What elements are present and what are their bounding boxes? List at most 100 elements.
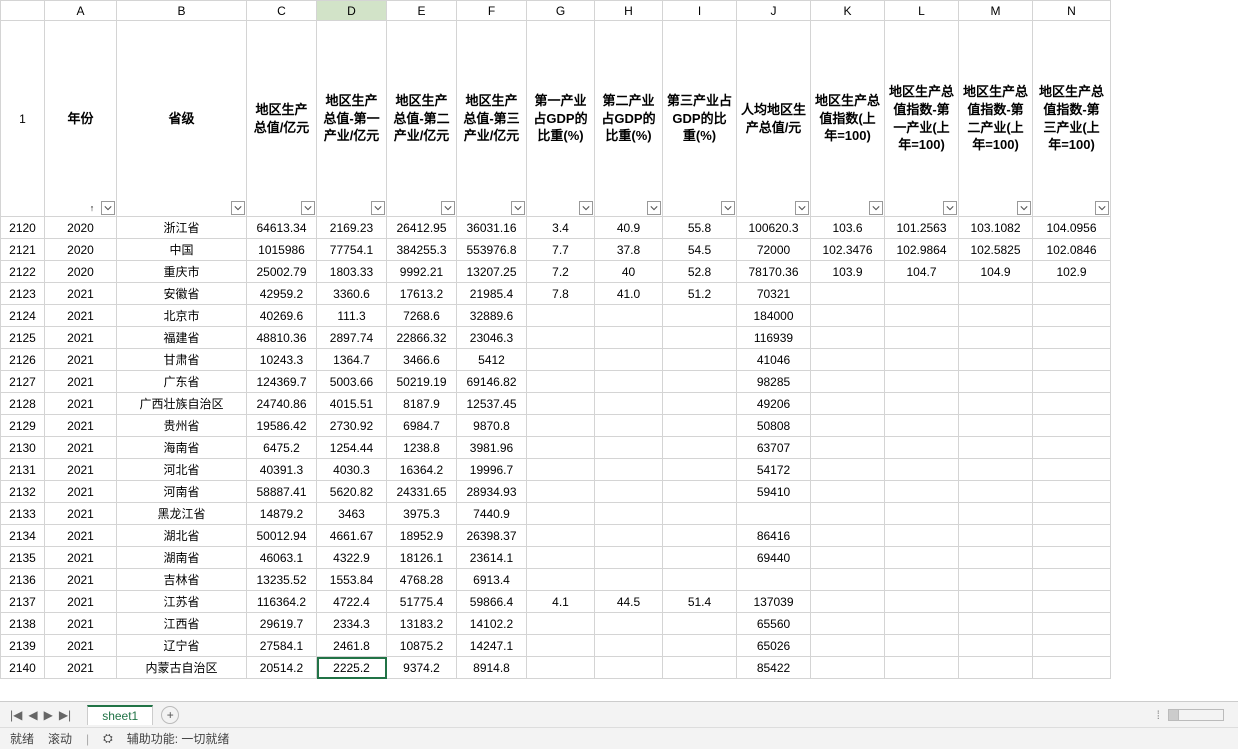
cell[interactable]: 安徽省: [117, 283, 247, 305]
row-header[interactable]: 2136: [1, 569, 45, 591]
cell[interactable]: [1033, 415, 1111, 437]
cell[interactable]: [595, 503, 663, 525]
cell[interactable]: 65026: [737, 635, 811, 657]
row-header[interactable]: 2140: [1, 657, 45, 679]
cell[interactable]: [527, 437, 595, 459]
cell[interactable]: 50219.19: [387, 371, 457, 393]
cell[interactable]: [1033, 613, 1111, 635]
cell[interactable]: 2020: [45, 261, 117, 283]
cell[interactable]: 内蒙古自治区: [117, 657, 247, 679]
cell[interactable]: 40.9: [595, 217, 663, 239]
cell[interactable]: [811, 503, 885, 525]
cell[interactable]: [885, 657, 959, 679]
cell[interactable]: [811, 657, 885, 679]
row-header[interactable]: 2131: [1, 459, 45, 481]
cell[interactable]: [959, 349, 1033, 371]
cell[interactable]: 12537.45: [457, 393, 527, 415]
cell[interactable]: [527, 371, 595, 393]
filter-button[interactable]: [441, 201, 455, 215]
cell[interactable]: 14247.1: [457, 635, 527, 657]
cell[interactable]: 1238.8: [387, 437, 457, 459]
cell[interactable]: 18952.9: [387, 525, 457, 547]
cell[interactable]: [595, 547, 663, 569]
cell[interactable]: [1033, 349, 1111, 371]
cell[interactable]: [959, 371, 1033, 393]
cell[interactable]: [527, 569, 595, 591]
cell[interactable]: 2897.74: [317, 327, 387, 349]
cell[interactable]: 6984.7: [387, 415, 457, 437]
cell[interactable]: [811, 349, 885, 371]
cell[interactable]: [527, 635, 595, 657]
filter-button[interactable]: [511, 201, 525, 215]
cell[interactable]: [663, 371, 737, 393]
cell[interactable]: 14879.2: [247, 503, 317, 525]
cell[interactable]: 1803.33: [317, 261, 387, 283]
column-header-A[interactable]: A: [45, 1, 117, 21]
cell[interactable]: 6475.2: [247, 437, 317, 459]
cell[interactable]: [1033, 327, 1111, 349]
cell[interactable]: 49206: [737, 393, 811, 415]
cell[interactable]: 7.2: [527, 261, 595, 283]
row-header[interactable]: 2135: [1, 547, 45, 569]
cell[interactable]: [959, 525, 1033, 547]
cell[interactable]: [1033, 547, 1111, 569]
cell[interactable]: 102.9: [1033, 261, 1111, 283]
cell[interactable]: 3463: [317, 503, 387, 525]
column-header-B[interactable]: B: [117, 1, 247, 21]
cell[interactable]: 9374.2: [387, 657, 457, 679]
cell[interactable]: 19996.7: [457, 459, 527, 481]
cell[interactable]: 21985.4: [457, 283, 527, 305]
cell[interactable]: 102.3476: [811, 239, 885, 261]
cell[interactable]: [959, 459, 1033, 481]
cell[interactable]: 河北省: [117, 459, 247, 481]
filter-button[interactable]: [101, 201, 115, 215]
cell[interactable]: 9870.8: [457, 415, 527, 437]
row-header[interactable]: 1: [1, 21, 45, 217]
row-header[interactable]: 2128: [1, 393, 45, 415]
cell[interactable]: [595, 371, 663, 393]
cell[interactable]: [1033, 305, 1111, 327]
cell[interactable]: [959, 635, 1033, 657]
cell[interactable]: 甘肃省: [117, 349, 247, 371]
cell[interactable]: 69146.82: [457, 371, 527, 393]
row-header[interactable]: 2130: [1, 437, 45, 459]
cell[interactable]: 8914.8: [457, 657, 527, 679]
cell[interactable]: [811, 327, 885, 349]
cell[interactable]: [1033, 393, 1111, 415]
cell[interactable]: 40: [595, 261, 663, 283]
row-header[interactable]: 2125: [1, 327, 45, 349]
cell[interactable]: 江西省: [117, 613, 247, 635]
cell[interactable]: [959, 437, 1033, 459]
cell[interactable]: 51775.4: [387, 591, 457, 613]
cell[interactable]: [959, 283, 1033, 305]
cell[interactable]: [595, 349, 663, 371]
cell[interactable]: [959, 591, 1033, 613]
spreadsheet-grid[interactable]: ABCDEFGHIJKLMN 1年份↑省级地区生产总值/亿元地区生产总值-第一产…: [0, 0, 1238, 701]
cell[interactable]: 重庆市: [117, 261, 247, 283]
cell[interactable]: 2021: [45, 525, 117, 547]
cell[interactable]: 8187.9: [387, 393, 457, 415]
column-header-L[interactable]: L: [885, 1, 959, 21]
cell[interactable]: 1553.84: [317, 569, 387, 591]
cell[interactable]: 4015.51: [317, 393, 387, 415]
cell[interactable]: 5003.66: [317, 371, 387, 393]
cell[interactable]: [959, 569, 1033, 591]
cell[interactable]: 100620.3: [737, 217, 811, 239]
header-cell-A[interactable]: 年份↑: [45, 21, 117, 217]
filter-button[interactable]: [579, 201, 593, 215]
cell[interactable]: [885, 459, 959, 481]
cell[interactable]: 2021: [45, 393, 117, 415]
cell[interactable]: 6913.4: [457, 569, 527, 591]
cell[interactable]: [595, 393, 663, 415]
cell[interactable]: [885, 327, 959, 349]
sheet-nav-next[interactable]: ▶: [44, 708, 53, 722]
cell[interactable]: 10243.3: [247, 349, 317, 371]
cell[interactable]: [885, 349, 959, 371]
row-header[interactable]: 2126: [1, 349, 45, 371]
cell[interactable]: [595, 657, 663, 679]
header-cell-L[interactable]: 地区生产总值指数-第一产业(上年=100): [885, 21, 959, 217]
filter-button[interactable]: [1017, 201, 1031, 215]
cell[interactable]: 7.8: [527, 283, 595, 305]
cell[interactable]: [663, 437, 737, 459]
cell[interactable]: [663, 415, 737, 437]
